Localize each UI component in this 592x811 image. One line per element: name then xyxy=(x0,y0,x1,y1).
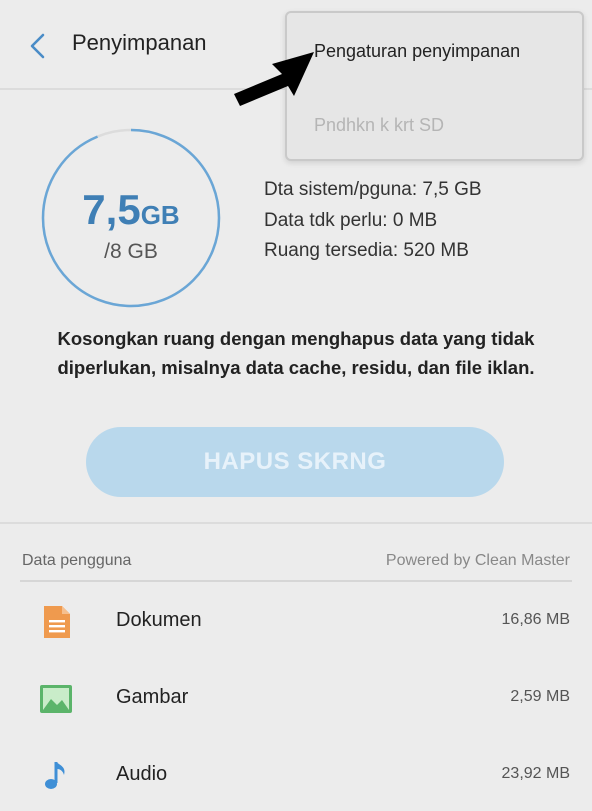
storage-used-unit: GB xyxy=(140,200,180,230)
pointer-arrow-icon xyxy=(234,52,314,106)
back-button[interactable] xyxy=(22,28,52,64)
music-note-icon xyxy=(45,762,65,789)
menu-item-storage-settings[interactable]: Pengaturan penyimpanan xyxy=(314,41,520,62)
stat-unnecessary-data: Data tdk perlu: 0 MB xyxy=(264,209,438,231)
section-divider xyxy=(20,580,572,582)
cleanup-description: Kosongkan ruang dengan menghapus data ya… xyxy=(57,328,535,378)
stat-system-data: Dta sistem/pguna: 7,5 GB xyxy=(264,179,482,200)
list-item-audio[interactable]: Audio 23,92 MB xyxy=(0,741,592,811)
list-item-label: Dokumen xyxy=(116,609,202,631)
list-item-images[interactable]: Gambar 2,59 MB xyxy=(0,664,592,734)
overflow-menu: Pengaturan penyimpanan Pndhkn k krt SD xyxy=(285,11,584,161)
document-icon xyxy=(44,606,70,638)
list-item-label: Audio xyxy=(116,763,168,785)
image-icon xyxy=(40,685,72,713)
list-item-documents[interactable]: Dokumen 16,86 MB xyxy=(0,587,592,657)
chevron-left-icon xyxy=(30,33,45,59)
storage-total: /8 GB xyxy=(104,240,158,263)
storage-used-number: 7,5 xyxy=(82,186,141,233)
clean-now-button[interactable]: HAPUS SKRNG xyxy=(86,427,504,497)
page-title: Penyimpanan xyxy=(72,30,207,55)
powered-by-label: Powered by Clean Master xyxy=(385,552,570,569)
list-item-size: 2,59 MB xyxy=(510,688,570,705)
section-title-user-data: Data pengguna xyxy=(22,552,132,569)
stat-available-space: Ruang tersedia: 520 MB xyxy=(264,240,469,261)
divider xyxy=(0,522,592,524)
list-item-size: 23,92 MB xyxy=(501,765,570,782)
list-item-size: 16,86 MB xyxy=(501,611,570,628)
storage-used-value: 7,5GB xyxy=(40,186,222,234)
storage-stats: Dta sistem/pguna: 7,5 GB Data tdk perlu:… xyxy=(264,175,482,267)
menu-item-sd-card: Pndhkn k krt SD xyxy=(314,115,445,135)
list-item-label: Gambar xyxy=(116,686,189,708)
